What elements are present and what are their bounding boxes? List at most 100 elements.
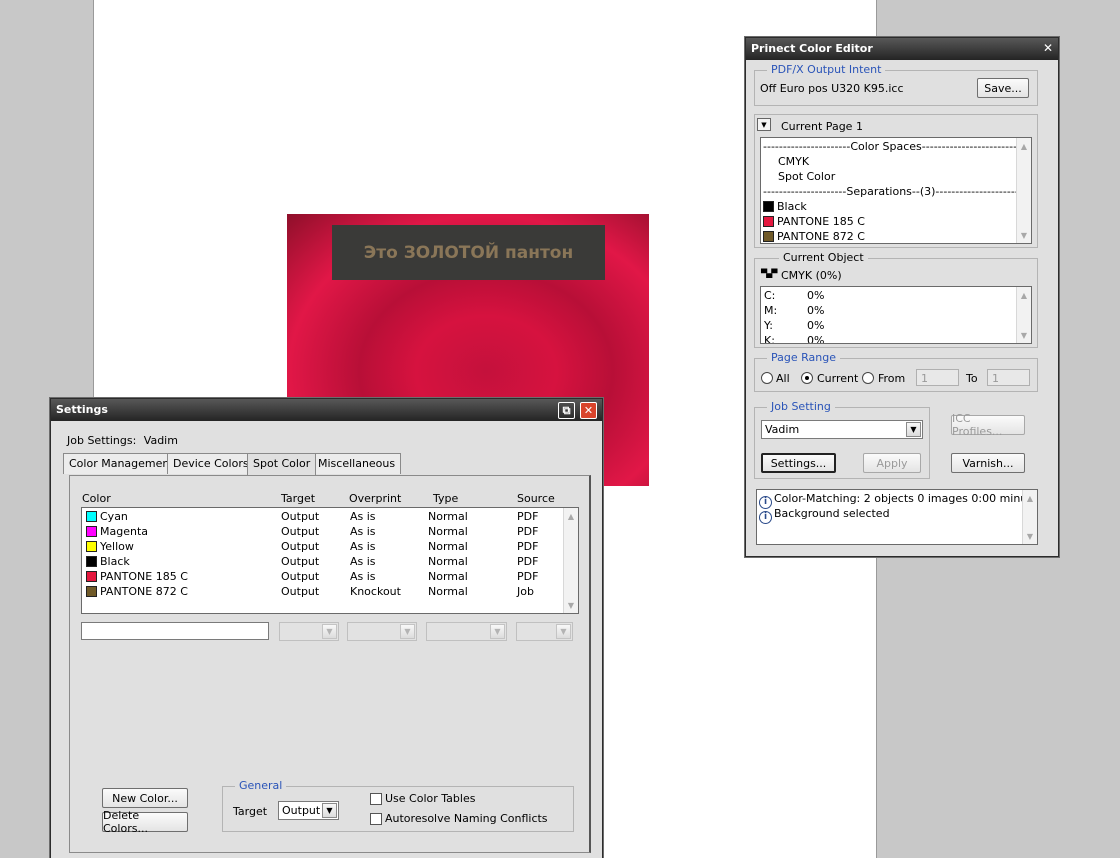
icc-profiles-button[interactable]: ICC Profiles... <box>951 412 1025 438</box>
type-cell: Normal <box>428 525 468 538</box>
channel-row: C: 0% <box>761 288 1031 303</box>
scroll-up-icon[interactable]: ▲ <box>1017 139 1031 153</box>
current-page-group: ▼ Current Page 1 ----------------------C… <box>754 114 1038 248</box>
target-edit-select[interactable]: ▼ <box>279 622 339 641</box>
close-icon[interactable]: ✕ <box>1043 41 1053 55</box>
list-item[interactable]: Black <box>763 199 1031 214</box>
type-edit-select[interactable]: ▼ <box>426 622 507 641</box>
autoresolve-checkbox[interactable] <box>370 813 382 825</box>
list-item-label: PANTONE 185 C <box>777 215 865 228</box>
channel-row: K: 0% <box>761 333 1031 344</box>
scroll-down-icon[interactable]: ▼ <box>564 598 578 612</box>
scroll-up-icon[interactable]: ▲ <box>564 509 578 523</box>
tab-spot-color[interactable]: Spot Color <box>247 453 317 475</box>
scroll-up-icon[interactable]: ▲ <box>1017 288 1031 302</box>
settings-window: Settings ⧉ ✕ Job Settings: Vadim Color M… <box>50 398 603 858</box>
source-edit-select[interactable]: ▼ <box>516 622 573 641</box>
tab-miscellaneous[interactable]: Miscellaneous <box>312 453 402 474</box>
target-cell: Output <box>281 555 320 568</box>
info-icon: i <box>759 511 772 524</box>
range-to-input[interactable]: 1 <box>987 369 1030 386</box>
tab-device-colors[interactable]: Device Colors <box>167 453 255 474</box>
apply-button[interactable]: Apply <box>863 453 921 473</box>
close-button[interactable]: ✕ <box>580 402 597 419</box>
overprint-edit-select[interactable]: ▼ <box>347 622 417 641</box>
target-cell: Output <box>281 570 320 583</box>
table-row[interactable]: PANTONE 185 C Output As is Normal PDF <box>82 569 578 584</box>
table-row[interactable]: Yellow Output As is Normal PDF <box>82 539 578 554</box>
range-from-label: From <box>878 372 906 385</box>
color-name-input[interactable] <box>81 622 269 640</box>
range-from-input[interactable]: 1 <box>916 369 959 386</box>
list-item[interactable]: PANTONE 872 C <box>763 229 1031 243</box>
page-list-scrollbar[interactable]: ▲ ▼ <box>1016 138 1031 243</box>
message-log[interactable]: i Color-Matching: 2 objects 0 images 0:00… <box>756 489 1038 545</box>
job-setting-select[interactable]: Vadim ▼ <box>761 420 923 439</box>
settings-titlebar[interactable]: Settings <box>51 399 602 421</box>
job-setting-legend: Job Setting <box>767 400 835 413</box>
varnish-button[interactable]: Varnish... <box>951 453 1025 473</box>
target-cell: Output <box>281 540 320 553</box>
scroll-down-icon[interactable]: ▼ <box>1023 529 1037 543</box>
list-item[interactable]: CMYK <box>778 154 1031 169</box>
save-button[interactable]: Save... <box>977 78 1029 98</box>
target-select-value: Output <box>282 804 321 817</box>
color-cell: Cyan <box>86 509 128 524</box>
spot-list-scrollbar[interactable]: ▲ ▼ <box>563 508 578 613</box>
color-editor-titlebar[interactable]: Prinect Color Editor ✕ <box>746 38 1058 60</box>
table-row[interactable]: Black Output As is Normal PDF <box>82 554 578 569</box>
list-item[interactable]: Spot Color <box>778 169 1031 184</box>
table-row[interactable]: Cyan Output As is Normal PDF <box>82 509 578 524</box>
separation-swatch <box>763 216 774 227</box>
color-name: PANTONE 185 C <box>100 570 188 583</box>
separations-header[interactable]: ---------------------Separations--(3)---… <box>763 184 1031 199</box>
color-cell: Yellow <box>86 539 134 554</box>
range-all-radio[interactable] <box>761 372 773 384</box>
color-cell: PANTONE 872 C <box>86 584 188 599</box>
delete-colors-button[interactable]: Delete Colors... <box>102 809 188 835</box>
channel-value: 0% <box>807 334 825 344</box>
current-page-toggle[interactable]: ▼ <box>757 118 771 131</box>
color-spaces-header-label: ----------------------Color Spaces------… <box>763 140 1032 153</box>
color-name: Black <box>100 555 130 568</box>
channel-label: M: <box>764 304 778 317</box>
page-content-list[interactable]: ----------------------Color Spaces------… <box>760 137 1032 244</box>
settings-button[interactable]: Settings... <box>761 453 836 473</box>
channel-list[interactable]: C: 0% M: 0% Y: 0% K: 0% ▲ ▼ <box>760 286 1032 344</box>
message-item: i Background selected <box>759 506 1037 524</box>
list-item-label: Black <box>777 200 807 213</box>
channel-label: Y: <box>764 319 773 332</box>
scroll-down-icon[interactable]: ▼ <box>1017 228 1031 242</box>
channel-list-scrollbar[interactable]: ▲ ▼ <box>1016 287 1031 343</box>
restore-button[interactable]: ⧉ <box>558 402 575 419</box>
color-swatch <box>86 511 97 522</box>
message-item: i Color-Matching: 2 objects 0 images 0:00… <box>759 491 1037 509</box>
table-row[interactable]: PANTONE 872 C Output Knockout Normal Job <box>82 584 578 599</box>
settings-tab-bar: Color Management Device Colors Spot Colo… <box>63 453 593 477</box>
color-spaces-header[interactable]: ----------------------Color Spaces------… <box>763 139 1031 154</box>
use-color-tables-checkbox[interactable] <box>370 793 382 805</box>
new-color-button[interactable]: New Color... <box>102 788 188 808</box>
scroll-down-icon[interactable]: ▼ <box>1017 328 1031 342</box>
channel-value: 0% <box>807 289 825 302</box>
channel-row: M: 0% <box>761 303 1031 318</box>
job-setting-value: Vadim <box>765 423 800 436</box>
source-cell: Job <box>517 585 534 598</box>
color-name: Magenta <box>100 525 149 538</box>
target-select[interactable]: Output ▼ <box>278 801 339 820</box>
output-intent-group: PDF/X Output Intent Off Euro pos U320 K9… <box>754 63 1038 106</box>
range-current-radio[interactable] <box>801 372 813 384</box>
spot-color-list[interactable]: Cyan Output As is Normal PDF Magenta Output As … <box>81 507 579 614</box>
message-log-scrollbar[interactable]: ▲ ▼ <box>1022 490 1037 544</box>
table-row[interactable]: Magenta Output As is Normal PDF <box>82 524 578 539</box>
column-header-source: Source <box>517 492 555 505</box>
color-name: Cyan <box>100 510 128 523</box>
channel-row: Y: 0% <box>761 318 1031 333</box>
list-item[interactable]: PANTONE 185 C <box>763 214 1031 229</box>
channel-value: 0% <box>807 319 825 332</box>
chevron-down-icon: ▼ <box>490 624 505 639</box>
range-from-radio[interactable] <box>862 372 874 384</box>
scroll-up-icon[interactable]: ▲ <box>1023 491 1037 505</box>
tab-color-management[interactable]: Color Management <box>63 453 180 474</box>
column-header-target: Target <box>281 492 316 505</box>
